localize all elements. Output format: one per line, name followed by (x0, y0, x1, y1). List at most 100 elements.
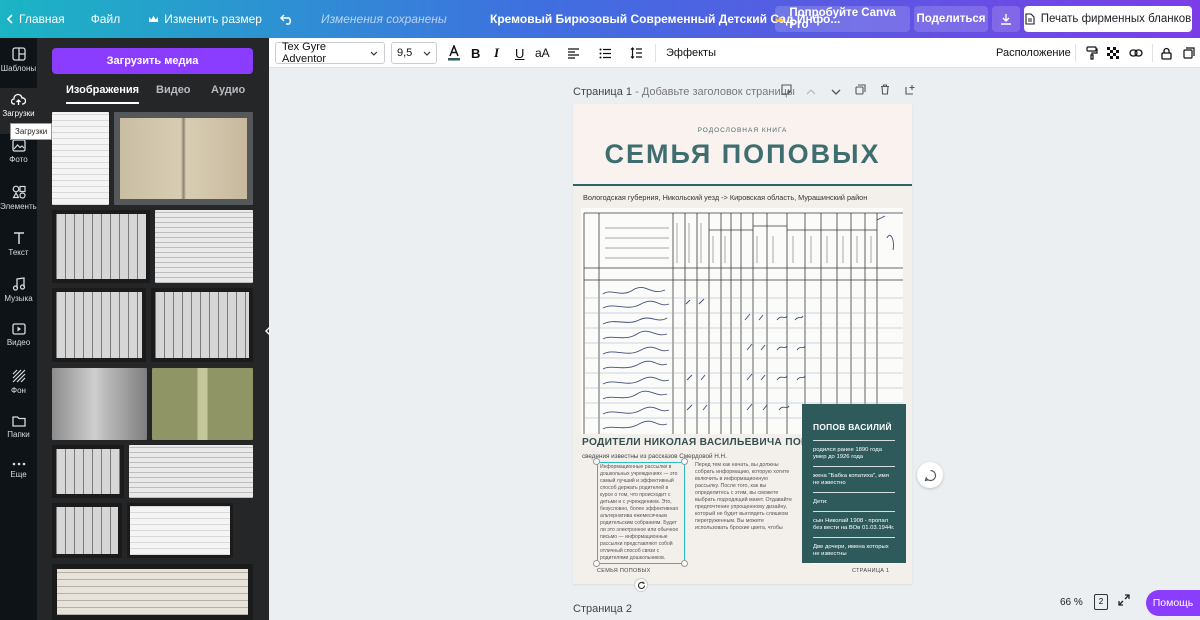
rotate-handle[interactable] (634, 578, 648, 592)
lock-button[interactable] (1161, 38, 1172, 68)
uploaded-image[interactable] (129, 445, 253, 498)
uploaded-image[interactable] (52, 112, 109, 205)
region-caption[interactable]: Вологодская губерния, Никольский уезд ->… (583, 193, 867, 202)
rail-background[interactable]: Фон (0, 364, 37, 410)
uploaded-image[interactable] (52, 564, 253, 620)
duplicate-button[interactable] (1183, 38, 1195, 68)
bio-divider (813, 563, 895, 564)
page-title-input[interactable]: - Добавьте заголовок страницы (635, 86, 795, 98)
uploaded-image[interactable] (151, 288, 253, 362)
link-button[interactable] (1129, 38, 1143, 68)
rail-templates[interactable]: Шаблоны (0, 42, 37, 88)
rail-elements[interactable]: Элементы (0, 180, 39, 226)
align-button[interactable] (567, 38, 580, 68)
page-number-label: Страница 1 (573, 86, 633, 98)
bio-divider (813, 537, 895, 538)
text-column-right[interactable]: Перед тем как начать, вы должны собрать … (695, 462, 793, 564)
add-page-icon[interactable] (905, 84, 916, 98)
rail-elements-label: Элементы (0, 202, 39, 211)
format-painter-button[interactable] (1086, 38, 1098, 68)
uploaded-image[interactable] (155, 210, 253, 283)
chevron-up-icon[interactable] (806, 84, 816, 98)
bio-name[interactable]: ПОПОВ ВАСИЛИЙ (813, 422, 895, 432)
page-notes-icon[interactable] (781, 84, 792, 98)
text-column-left-selected[interactable]: Информационные рассылки в дошкольных учр… (597, 462, 685, 564)
resize-handle[interactable] (593, 458, 600, 465)
bio-card[interactable]: ПОПОВ ВАСИЛИЙ родился ранее 1890 года ум… (802, 404, 906, 564)
rail-folders[interactable]: Папки (0, 410, 37, 456)
bold-button[interactable]: B (471, 38, 480, 68)
rail-templates-label: Шаблоны (0, 64, 37, 73)
bio-daughters[interactable]: Две дочери, имена которых не известны (813, 544, 895, 558)
font-family-select[interactable]: Tex Gyre Adventor (275, 41, 385, 65)
duplicate-page-icon[interactable] (855, 84, 866, 98)
line-spacing-icon (630, 47, 642, 59)
chevron-down-icon[interactable] (831, 84, 841, 98)
uploaded-image[interactable] (114, 112, 253, 205)
comment-button[interactable] (917, 462, 943, 488)
spacing-button[interactable] (630, 38, 643, 68)
footer-family[interactable]: СЕМЬЯ ПОПОВЫХ (597, 568, 651, 574)
uploaded-image[interactable] (52, 288, 146, 362)
text-toolbar: Tex Gyre Adventor 9,5 B I U aA Эффекты Р… (269, 38, 1200, 68)
font-family-value: Tex Gyre Adventor (282, 41, 327, 65)
uploaded-image[interactable] (52, 445, 124, 498)
print-button[interactable]: Печать фирменных бланков (1024, 6, 1192, 32)
tab-video[interactable]: Видео (156, 82, 191, 104)
rail-photos[interactable]: Фото (0, 134, 37, 180)
resize-button[interactable]: Изменить размер (130, 0, 272, 38)
uploaded-image[interactable] (52, 503, 122, 558)
text-color-button[interactable] (447, 38, 461, 68)
crown-icon (775, 16, 784, 22)
link-icon (1129, 49, 1143, 57)
tab-images[interactable]: Изображения (66, 82, 140, 104)
position-button[interactable]: Расположение (996, 38, 1071, 68)
font-size-select[interactable]: 9,5 (391, 42, 437, 64)
bio-children-label[interactable]: Дети: (813, 499, 895, 506)
page-2-label[interactable]: Страница 2 (573, 603, 632, 615)
rotate-icon (637, 581, 645, 590)
rail-music[interactable]: Музыка (0, 272, 37, 318)
italic-button[interactable]: I (494, 38, 499, 68)
undo-button[interactable] (272, 0, 309, 38)
rail-text[interactable]: Текст (0, 226, 37, 272)
book-subtitle[interactable]: РОДОСЛОВНАЯ КНИГА (573, 127, 912, 134)
resize-handle[interactable] (593, 560, 600, 567)
footer-page-number[interactable]: СТРАНИЦА 1 (852, 568, 889, 574)
share-button[interactable]: Поделиться (914, 6, 988, 32)
uploaded-image[interactable] (127, 503, 233, 558)
zoom-level[interactable]: 66 % (1060, 597, 1083, 608)
trash-icon[interactable] (880, 84, 890, 98)
bio-son[interactable]: сын Николай 1908 - пропал без вести на В… (813, 518, 895, 532)
upload-media-button[interactable]: Загрузить медиа (52, 48, 253, 74)
uploaded-image[interactable] (152, 368, 253, 440)
resize-handle[interactable] (681, 458, 688, 465)
uploaded-image[interactable] (52, 210, 150, 283)
book-title[interactable]: СЕМЬЯ ПОПОВЫХ (573, 139, 912, 170)
underline-button[interactable]: U (515, 38, 524, 68)
file-menu[interactable]: Файл (75, 0, 131, 38)
parents-heading[interactable]: РОДИТЕЛИ НИКОЛАЯ ВАСИЛЬЕВИЧА ПОПОВА (582, 437, 832, 448)
bio-dates[interactable]: родился ранее 1890 года умер до 1926 год… (813, 447, 895, 461)
rail-more[interactable]: Еще (0, 456, 37, 502)
parents-source-note[interactable]: сведения известны из рассказов Смердовой… (582, 453, 727, 460)
transparency-checker-icon (1107, 46, 1119, 59)
resize-handle[interactable] (681, 560, 688, 567)
rail-folders-label: Папки (7, 430, 30, 439)
try-pro-button[interactable]: Попробуйте Canva Pro (775, 6, 910, 32)
transparency-button[interactable] (1107, 38, 1120, 68)
letter-case-button[interactable]: aA (535, 38, 550, 68)
list-button[interactable] (599, 38, 612, 68)
census-document-image[interactable] (581, 208, 903, 434)
effects-button[interactable]: Эффекты (666, 38, 716, 68)
fullscreen-button[interactable] (1118, 594, 1130, 609)
rail-video[interactable]: Видео (0, 318, 37, 364)
help-button[interactable]: Помощь (1146, 590, 1200, 616)
tab-audio[interactable]: Аудио (211, 82, 245, 104)
uploaded-image[interactable] (52, 368, 147, 440)
design-page[interactable]: РОДОСЛОВНАЯ КНИГА СЕМЬЯ ПОПОВЫХ Вологодс… (573, 104, 912, 584)
bio-wife[interactable]: жена "Бабка копатиха", имя не известно (813, 473, 895, 487)
home-button[interactable]: Главная (0, 0, 75, 38)
page-count-button[interactable]: 2 (1094, 594, 1108, 610)
download-button[interactable] (992, 6, 1020, 32)
